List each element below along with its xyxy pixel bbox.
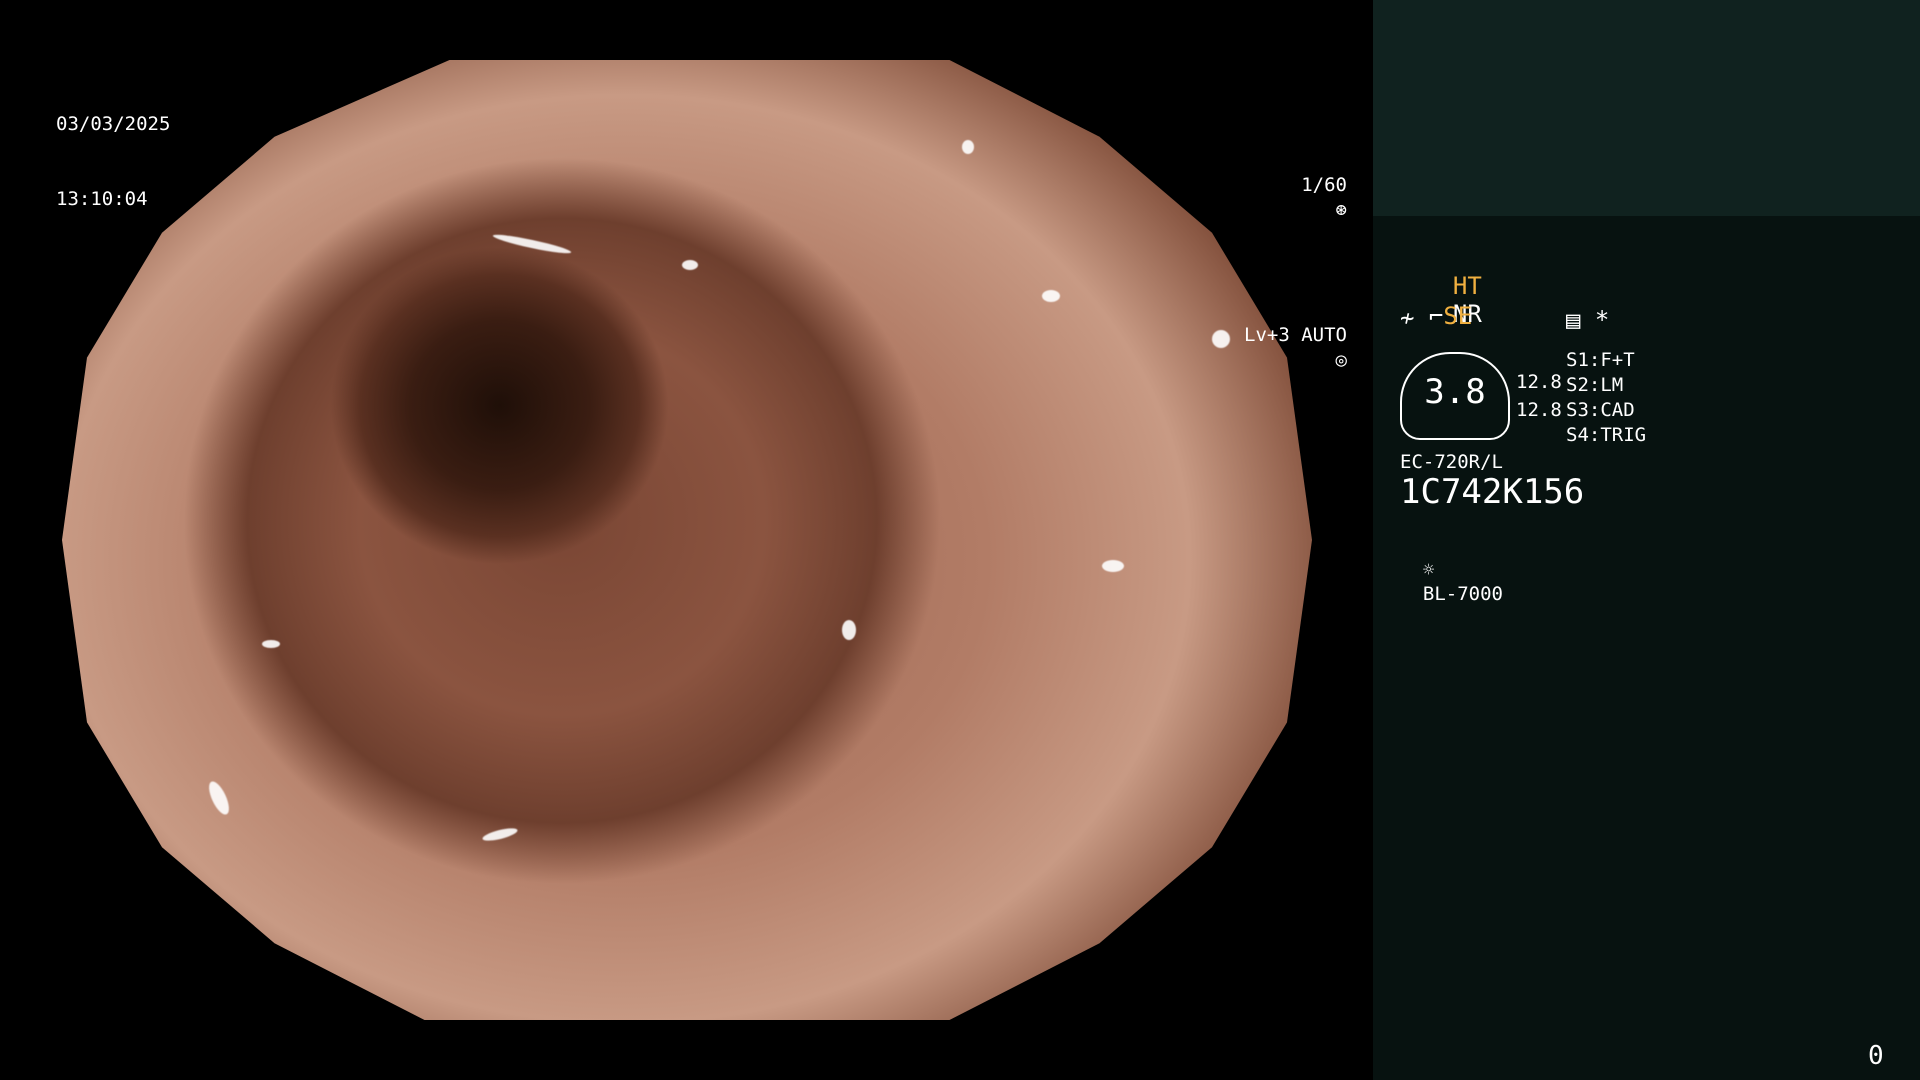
level-text: Lv+3 AUTO: [1244, 324, 1347, 346]
switch-1: S1:F+T: [1566, 349, 1635, 371]
gauge: 3.8: [1400, 352, 1510, 440]
menu-icon: ▤ *: [1566, 306, 1610, 334]
switch-4: S4:TRIG: [1566, 424, 1647, 446]
camera-settings-overlay: 1/60 ⊛ Lv+3 AUTO ◎: [1175, 98, 1347, 448]
auto-iris-icon: ◎: [1335, 349, 1347, 371]
color-enhance-icon: ≁: [1400, 304, 1415, 332]
date-text: 03/03/2025: [56, 113, 171, 135]
frame-count: 0: [1868, 1041, 1884, 1071]
scope-model: EC-720R/L: [1400, 451, 1503, 473]
time-text: 13:10:04: [56, 188, 148, 210]
light-source-row: ☼ BL-7000: [1400, 534, 1503, 606]
shutter-icon: ⊛: [1335, 199, 1347, 221]
value-2: 12.8: [1516, 399, 1562, 421]
endoscope-video: 03/03/2025 13:10:04 1/60 ⊛ Lv+3 AUTO ◎: [0, 0, 1373, 1080]
scope-serial: 1C742K156: [1400, 472, 1585, 512]
shutter-speed-text: 1/60: [1301, 174, 1347, 196]
switch-2: S2:LM: [1566, 374, 1624, 396]
value-1: 12.8: [1516, 371, 1562, 393]
switch-3: S3:CAD: [1566, 399, 1635, 421]
info-panel: [1373, 216, 1920, 1080]
endoscope-image: [62, 60, 1312, 1020]
structure-enhance-icon: ⌐: [1428, 302, 1444, 330]
se-label: SE: [1443, 302, 1473, 330]
datetime-overlay: 03/03/2025 13:10:04: [56, 62, 170, 262]
light-source-text: BL-7000: [1422, 583, 1503, 605]
panel-header: [1373, 0, 1920, 216]
light-source-icon: ☼: [1422, 559, 1435, 581]
gauge-value: 3.8: [1424, 372, 1486, 412]
